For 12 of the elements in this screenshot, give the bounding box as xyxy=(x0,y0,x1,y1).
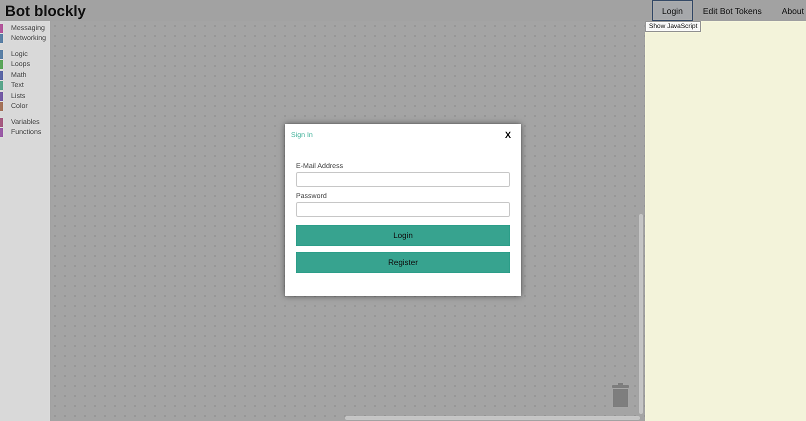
input-field[interactable] xyxy=(296,202,510,217)
dialog-button[interactable]: Login xyxy=(296,225,510,246)
close-button[interactable]: X xyxy=(504,130,511,140)
app-title: Bot blockly xyxy=(4,2,87,21)
nav-link[interactable]: About xyxy=(772,0,806,21)
nav-link[interactable]: Edit Bot Tokens xyxy=(692,0,772,21)
trash-icon[interactable] xyxy=(612,383,629,407)
horizontal-scrollbar[interactable] xyxy=(345,416,640,420)
dialog-button[interactable]: Register xyxy=(296,252,510,273)
vertical-scrollbar[interactable] xyxy=(639,214,643,414)
input-field[interactable] xyxy=(296,172,510,187)
nav-link[interactable]: Login xyxy=(652,0,693,21)
